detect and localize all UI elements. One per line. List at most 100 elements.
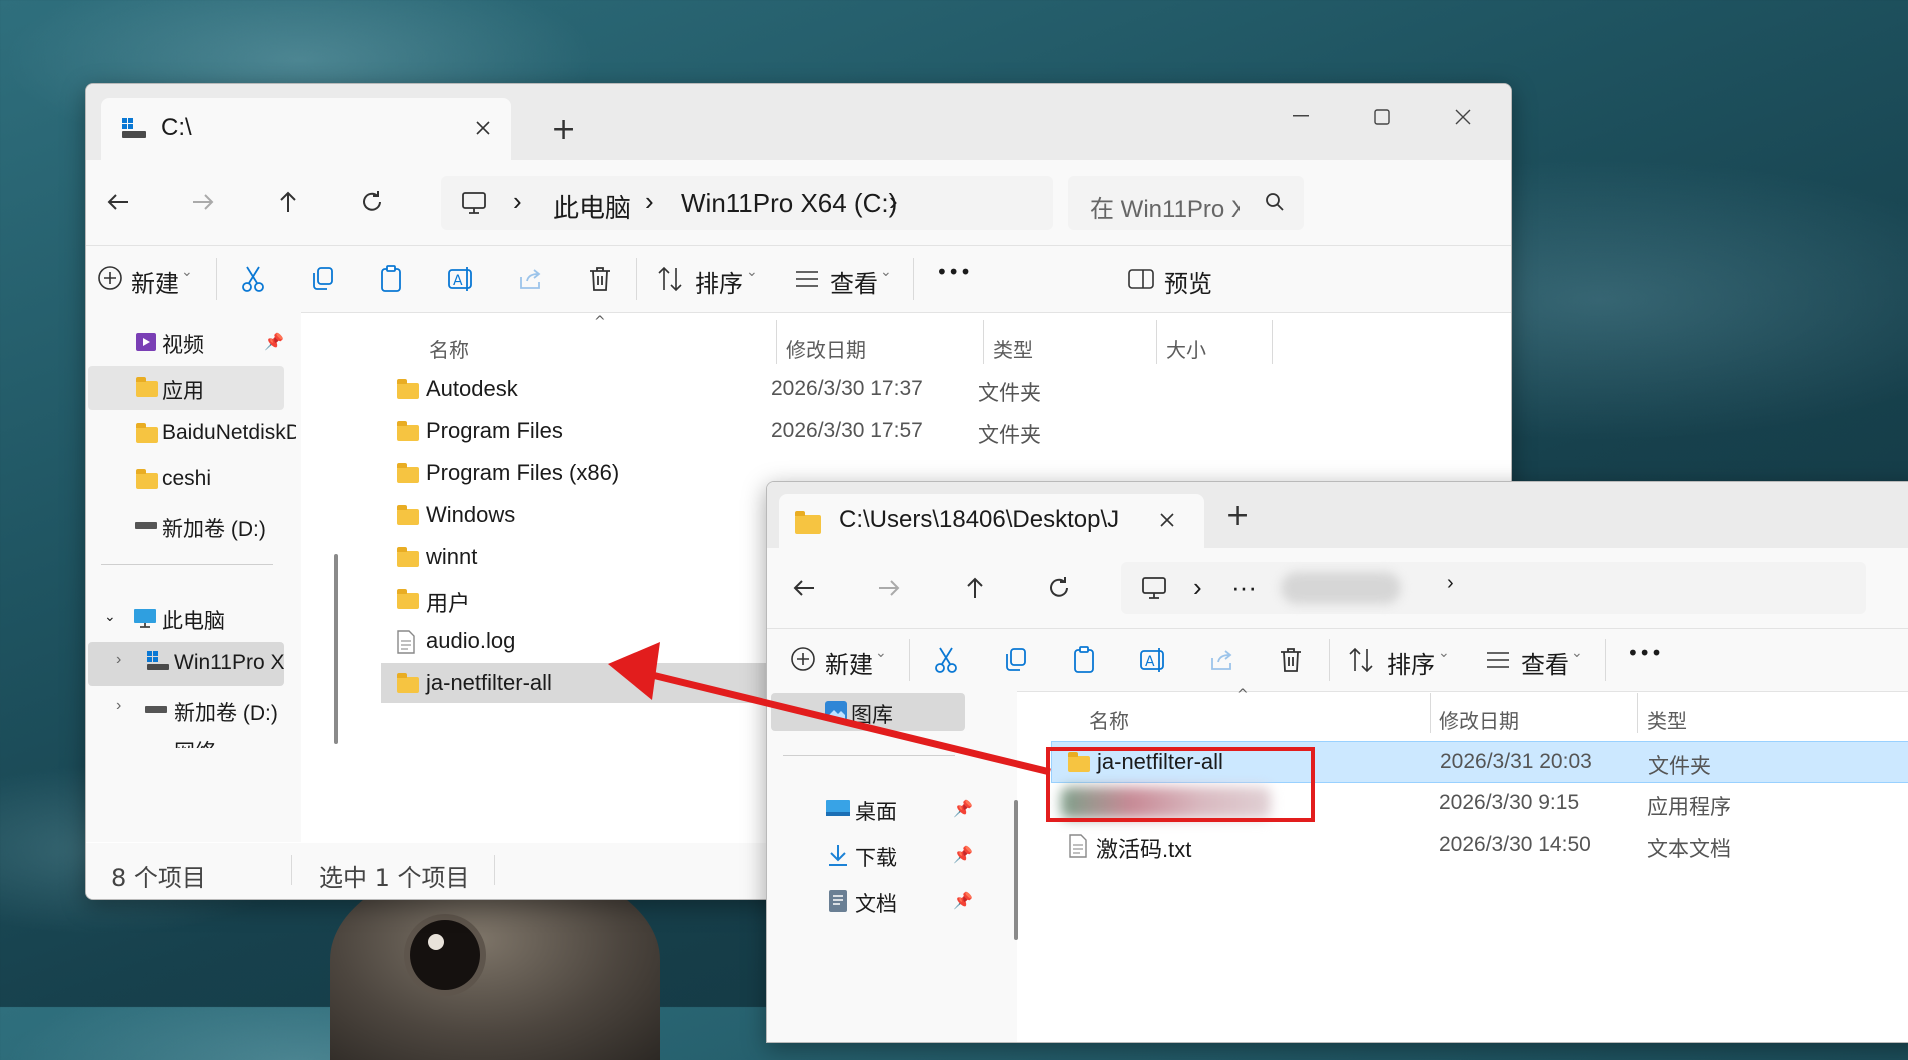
- address-bar[interactable]: › ··· ›: [1121, 562, 1866, 614]
- nav-item-documents[interactable]: 文档 📌: [767, 879, 977, 923]
- search-box[interactable]: 在 Win11Pro X64 (C:) 中搜索: [1068, 176, 1304, 230]
- sort-ascending-icon: ^: [1237, 687, 1249, 703]
- breadcrumb-this-pc[interactable]: 此电脑: [553, 188, 631, 225]
- chevron-right-icon[interactable]: ›: [116, 697, 121, 715]
- drive-icon: [144, 650, 170, 672]
- nav-item-desktop[interactable]: 桌面 📌: [767, 787, 977, 831]
- breadcrumb-overflow-button[interactable]: ···: [1231, 572, 1257, 603]
- folder-icon: [397, 463, 419, 483]
- add-circle-icon[interactable]: [789, 645, 817, 673]
- more-options-button[interactable]: •••: [936, 260, 971, 284]
- nav-item-apps[interactable]: 应用: [88, 366, 284, 410]
- file-row[interactable]: 激活码.txt 2026/3/30 14:50 文本文档: [1051, 825, 1908, 865]
- address-bar[interactable]: › 此电脑 › Win11Pro X64 (C:) ›: [441, 176, 1053, 230]
- cut-icon[interactable]: [929, 643, 963, 677]
- sort-icon[interactable]: [656, 264, 686, 294]
- new-button[interactable]: 新建: [131, 264, 179, 299]
- minimize-icon[interactable]: [1281, 102, 1321, 132]
- column-header-type[interactable]: 类型: [993, 334, 1033, 363]
- tab-c-drive[interactable]: C:\: [101, 98, 511, 160]
- chevron-down-icon[interactable]: ⌄: [880, 264, 892, 280]
- preview-pane-icon[interactable]: [1126, 264, 1156, 294]
- file-row[interactable]: Program Files 2026/3/30 17:57 文件夹: [381, 411, 1481, 451]
- nav-scrollbar[interactable]: [334, 554, 338, 744]
- nav-item-c-drive[interactable]: › Win11Pro X64: [88, 642, 284, 686]
- tab-desktop-folder[interactable]: C:\Users\18406\Desktop\J: [779, 494, 1204, 548]
- up-arrow-icon[interactable]: [953, 568, 997, 608]
- column-header-date[interactable]: 修改日期: [1439, 705, 1519, 734]
- back-arrow-icon[interactable]: [96, 182, 140, 222]
- new-tab-button[interactable]: +: [551, 112, 576, 147]
- column-header-type[interactable]: 类型: [1647, 705, 1687, 734]
- sort-button[interactable]: 排序: [1387, 645, 1435, 680]
- back-arrow-icon[interactable]: [782, 568, 826, 608]
- delete-icon[interactable]: [583, 262, 617, 296]
- share-icon[interactable]: [514, 262, 548, 296]
- column-header-name[interactable]: 名称: [1089, 705, 1129, 734]
- more-options-button[interactable]: •••: [1627, 641, 1662, 665]
- text-file-icon: [1067, 833, 1089, 859]
- nav-item-d-drive[interactable]: 新加卷 (D:): [86, 504, 296, 548]
- chevron-down-icon[interactable]: ⌄: [746, 264, 758, 280]
- copy-icon[interactable]: [305, 262, 339, 296]
- video-icon: [134, 330, 158, 354]
- chevron-down-icon[interactable]: ⌄: [1438, 645, 1450, 661]
- nav-item-this-pc[interactable]: ⌄ 此电脑: [86, 596, 296, 640]
- cut-icon[interactable]: [236, 262, 270, 296]
- column-header-name[interactable]: 名称: [429, 334, 469, 363]
- copy-icon[interactable]: [998, 643, 1032, 677]
- sort-icon[interactable]: [1347, 645, 1377, 675]
- refresh-icon[interactable]: [1037, 568, 1081, 608]
- nav-scrollbar[interactable]: [1014, 800, 1018, 940]
- nav-item-d-drive-2[interactable]: › 新加卷 (D:): [86, 688, 296, 732]
- folder-icon: [795, 511, 821, 534]
- close-window-icon[interactable]: [1443, 102, 1483, 132]
- nav-item-ceshi[interactable]: ceshi: [86, 458, 296, 502]
- download-icon: [825, 843, 851, 867]
- close-tab-icon[interactable]: [469, 114, 497, 142]
- column-header-date[interactable]: 修改日期: [786, 334, 866, 363]
- chevron-down-icon[interactable]: ⌄: [181, 264, 193, 280]
- maximize-icon[interactable]: [1362, 102, 1402, 132]
- view-icon[interactable]: [792, 264, 822, 294]
- nav-item-network[interactable]: 网络: [86, 734, 296, 748]
- breadcrumb-c-drive[interactable]: Win11Pro X64 (C:): [681, 188, 897, 219]
- new-tab-button[interactable]: +: [1225, 498, 1250, 533]
- rename-icon[interactable]: A: [1136, 643, 1170, 677]
- forward-arrow-icon[interactable]: [867, 568, 911, 608]
- file-name: Autodesk: [426, 376, 518, 401]
- nav-item-gallery[interactable]: 图库: [771, 693, 965, 731]
- nav-item-baidu[interactable]: BaiduNetdiskD: [86, 412, 296, 456]
- file-name: audio.log: [426, 628, 516, 653]
- tab-title: C:\: [161, 114, 192, 141]
- share-icon[interactable]: [1205, 643, 1239, 677]
- chevron-down-icon[interactable]: ⌄: [104, 608, 116, 625]
- column-header-size[interactable]: 大小: [1166, 334, 1206, 363]
- preview-button[interactable]: 预览: [1164, 264, 1212, 299]
- rename-icon[interactable]: A: [444, 262, 478, 296]
- add-circle-icon[interactable]: [96, 264, 124, 292]
- file-date: 2026/3/30 9:15: [1439, 791, 1580, 814]
- forward-arrow-icon[interactable]: [181, 182, 225, 222]
- up-arrow-icon[interactable]: [266, 182, 310, 222]
- view-button[interactable]: 查看: [1521, 645, 1569, 680]
- file-row[interactable]: Autodesk 2026/3/30 17:37 文件夹: [381, 369, 1481, 409]
- file-name: winnt: [426, 544, 478, 569]
- search-placeholder: 在 Win11Pro X64 (C:) 中搜索: [1090, 196, 1240, 223]
- nav-item-videos[interactable]: 视频 📌: [86, 320, 296, 364]
- paste-icon[interactable]: [374, 262, 408, 296]
- view-button[interactable]: 查看: [830, 264, 878, 299]
- new-button[interactable]: 新建: [825, 645, 873, 680]
- close-tab-icon[interactable]: [1153, 506, 1181, 534]
- paste-icon[interactable]: [1067, 643, 1101, 677]
- sort-button[interactable]: 排序: [695, 264, 743, 299]
- chevron-down-icon[interactable]: ⌄: [875, 645, 887, 661]
- toolbar-divider: [909, 639, 910, 681]
- nav-item-downloads[interactable]: 下载 📌: [767, 833, 977, 877]
- folder-icon: [136, 377, 158, 397]
- chevron-right-icon[interactable]: ›: [116, 651, 121, 669]
- refresh-icon[interactable]: [350, 182, 394, 222]
- view-icon[interactable]: [1483, 645, 1513, 675]
- delete-icon[interactable]: [1274, 643, 1308, 677]
- chevron-down-icon[interactable]: ⌄: [1571, 645, 1583, 661]
